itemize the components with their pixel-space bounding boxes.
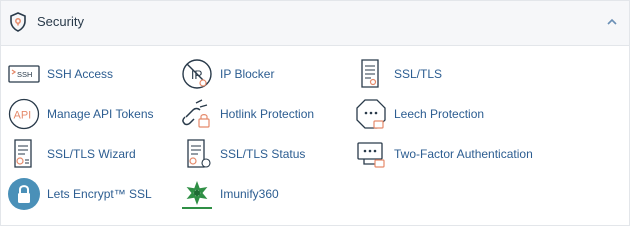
- item-two-factor-authentication[interactable]: Two-Factor Authentication: [354, 137, 624, 171]
- item-label: Hotlink Protection: [220, 107, 315, 121]
- item-leech-protection[interactable]: Leech Protection: [354, 97, 624, 131]
- item-label: Lets Encrypt™ SSL: [47, 187, 152, 201]
- lets-encrypt-icon: [8, 178, 40, 210]
- item-lets-encrypt-ssl[interactable]: Lets Encrypt™ SSL: [7, 177, 182, 211]
- two-factor-icon: [357, 142, 385, 168]
- item-label: Imunify360: [220, 187, 279, 201]
- item-label: Leech Protection: [394, 107, 485, 121]
- section-title: Security: [37, 14, 84, 29]
- ssh-icon-text: SSH: [17, 70, 32, 79]
- item-hotlink-protection[interactable]: Hotlink Protection: [180, 97, 355, 131]
- ssl-status-icon: [187, 139, 211, 168]
- item-label: SSL/TLS Status: [220, 147, 306, 161]
- item-label: Manage API Tokens: [47, 107, 154, 121]
- shield-icon: [10, 12, 26, 32]
- ip-blocker-icon: IP: [182, 59, 212, 89]
- item-imunify360[interactable]: Imunify360: [180, 177, 355, 211]
- item-label: Two-Factor Authentication: [394, 147, 533, 161]
- leech-icon: [356, 99, 386, 129]
- item-ssl-tls[interactable]: SSL/TLS: [354, 57, 624, 91]
- certificate-icon: [361, 59, 379, 88]
- hotlink-icon: [182, 99, 210, 128]
- chevron-up-icon[interactable]: [605, 15, 619, 29]
- item-ssh-access[interactable]: SSH SSH Access: [7, 57, 182, 91]
- item-label: IP Blocker: [220, 67, 275, 81]
- api-icon: API: [8, 98, 40, 130]
- item-ip-blocker[interactable]: IP IP Blocker: [180, 57, 355, 91]
- ssh-terminal-icon: SSH: [8, 65, 40, 83]
- security-panel: Security SSH SSH Access IP IP Blocker SS…: [0, 0, 630, 226]
- imunify360-icon: [182, 181, 212, 209]
- security-panel-header[interactable]: Security: [1, 1, 629, 46]
- item-label: SSL/TLS: [394, 67, 443, 81]
- item-ssl-tls-wizard[interactable]: SSL/TLS Wizard: [7, 137, 182, 171]
- item-ssl-tls-status[interactable]: SSL/TLS Status: [180, 137, 355, 171]
- item-manage-api-tokens[interactable]: API Manage API Tokens: [7, 97, 182, 131]
- api-icon-text: API: [14, 110, 32, 122]
- ssl-wizard-icon: [14, 139, 32, 168]
- item-label: SSL/TLS Wizard: [47, 147, 136, 161]
- item-label: SSH Access: [47, 67, 114, 81]
